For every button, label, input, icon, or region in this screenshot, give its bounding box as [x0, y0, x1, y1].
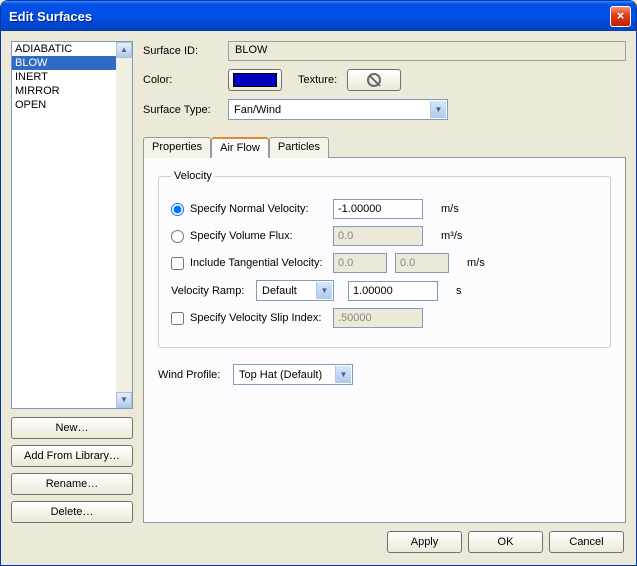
slip-index-label: Specify Velocity Slip Index:: [190, 312, 321, 324]
close-icon: ×: [617, 8, 625, 23]
titlebar[interactable]: Edit Surfaces ×: [1, 1, 636, 31]
left-column: ADIABATICBLOWINERTMIRROROPEN ▲ ▼ New… Ad…: [11, 41, 133, 523]
list-item[interactable]: INERT: [12, 70, 116, 84]
chevron-down-icon: ▼: [430, 101, 446, 118]
add-from-library-button[interactable]: Add From Library…: [11, 445, 133, 467]
tangential-checkbox[interactable]: [171, 257, 184, 270]
wind-profile-select[interactable]: Top Hat (Default) ▼: [233, 364, 353, 385]
cancel-button[interactable]: Cancel: [549, 531, 624, 553]
color-button[interactable]: [228, 69, 282, 91]
velocity-ramp-input[interactable]: [348, 281, 438, 301]
surface-type-value: Fan/Wind: [234, 104, 281, 116]
edit-surfaces-window: Edit Surfaces × ADIABATICBLOWINERTMIRROR…: [0, 0, 637, 566]
list-item[interactable]: BLOW: [12, 56, 116, 70]
wind-profile-value: Top Hat (Default): [239, 369, 322, 381]
color-label: Color:: [143, 74, 228, 86]
airflow-tab-page: Velocity Specify Normal Velocity: m/s: [143, 157, 626, 523]
texture-button[interactable]: [347, 69, 401, 91]
surface-type-label: Surface Type:: [143, 104, 228, 116]
texture-label: Texture:: [298, 74, 337, 86]
delete-button[interactable]: Delete…: [11, 501, 133, 523]
slip-index-input: [333, 308, 423, 328]
slip-index-checkbox[interactable]: [171, 312, 184, 325]
volume-flux-label: Specify Volume Flux:: [190, 230, 293, 242]
surface-id-label: Surface ID:: [143, 45, 228, 57]
surface-id-field[interactable]: BLOW: [228, 41, 626, 61]
color-swatch-icon: [233, 73, 277, 87]
close-button[interactable]: ×: [610, 6, 631, 27]
footer-buttons: Apply OK Cancel: [11, 523, 626, 555]
velocity-group: Velocity Specify Normal Velocity: m/s: [158, 170, 611, 348]
tangential-label: Include Tangential Velocity:: [190, 257, 323, 269]
normal-velocity-input[interactable]: [333, 199, 423, 219]
surface-listbox[interactable]: ADIABATICBLOWINERTMIRROROPEN ▲ ▼: [11, 41, 133, 409]
ok-button[interactable]: OK: [468, 531, 543, 553]
top-area: ADIABATICBLOWINERTMIRROROPEN ▲ ▼ New… Ad…: [11, 41, 626, 523]
no-texture-icon: [367, 73, 381, 87]
velocity-legend: Velocity: [171, 170, 215, 182]
tangential-u-input: [333, 253, 387, 273]
normal-velocity-label: Specify Normal Velocity:: [190, 203, 309, 215]
velocity-ramp-select[interactable]: Default ▼: [256, 280, 334, 301]
tangential-v-input: [395, 253, 449, 273]
velocity-ramp-unit: s: [456, 285, 462, 297]
list-item[interactable]: OPEN: [12, 98, 116, 112]
tab-strip: PropertiesAir FlowParticles: [143, 136, 626, 157]
list-item[interactable]: ADIABATIC: [12, 42, 116, 56]
tab-properties[interactable]: Properties: [143, 137, 211, 158]
new-button[interactable]: New…: [11, 417, 133, 439]
volume-flux-input: [333, 226, 423, 246]
wind-profile-label: Wind Profile:: [158, 369, 233, 381]
chevron-down-icon: ▼: [335, 366, 351, 383]
apply-button[interactable]: Apply: [387, 531, 462, 553]
rename-button[interactable]: Rename…: [11, 473, 133, 495]
normal-velocity-radio[interactable]: [171, 203, 184, 216]
scroll-down-icon[interactable]: ▼: [116, 392, 132, 408]
client-area: ADIABATICBLOWINERTMIRROROPEN ▲ ▼ New… Ad…: [1, 31, 636, 565]
window-title: Edit Surfaces: [9, 9, 610, 24]
right-column: Surface ID: BLOW Color: Texture: Surface…: [143, 41, 626, 523]
normal-velocity-unit: m/s: [441, 203, 459, 215]
scrollbar[interactable]: ▲ ▼: [116, 42, 132, 408]
tab-particles[interactable]: Particles: [269, 137, 329, 158]
list-item[interactable]: MIRROR: [12, 84, 116, 98]
velocity-ramp-value: Default: [262, 285, 297, 297]
volume-flux-unit: m³/s: [441, 230, 462, 242]
volume-flux-radio[interactable]: [171, 230, 184, 243]
surface-type-select[interactable]: Fan/Wind ▼: [228, 99, 448, 120]
scroll-up-icon[interactable]: ▲: [116, 42, 132, 58]
velocity-ramp-label: Velocity Ramp:: [171, 285, 256, 297]
tangential-unit: m/s: [467, 257, 485, 269]
tab-air-flow[interactable]: Air Flow: [211, 137, 269, 158]
chevron-down-icon: ▼: [316, 282, 332, 299]
